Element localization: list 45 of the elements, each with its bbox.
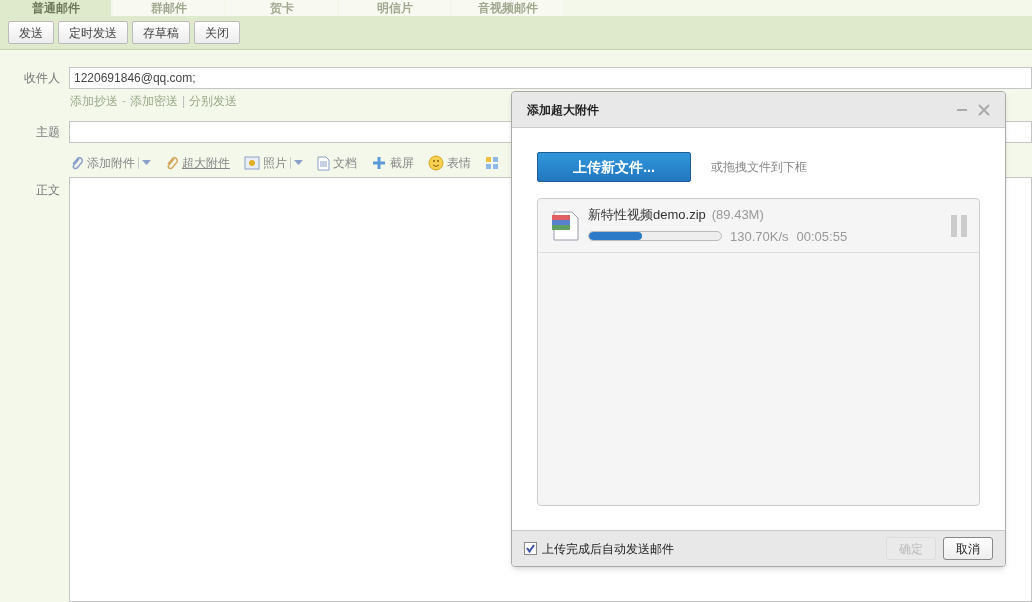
paperclip-icon: [70, 156, 84, 170]
grid-icon: [485, 156, 499, 170]
caret-icon[interactable]: [294, 160, 303, 166]
dialog-title: 添加超大附件: [527, 101, 600, 119]
tab[interactable]: 音视频邮件: [452, 0, 563, 16]
file-name: 新特性视频demo.zip: [588, 206, 706, 224]
recipient-field[interactable]: 1220691846@qq.com;: [69, 67, 1032, 89]
pause-icon[interactable]: [951, 214, 967, 237]
smiley-icon: [428, 155, 444, 171]
recipient-option-link[interactable]: 添加密送: [130, 92, 178, 110]
recipient-option-link[interactable]: 添加抄送: [70, 92, 118, 110]
auto-send-checkbox[interactable]: [524, 542, 537, 555]
toolbar-link[interactable]: 表情: [447, 154, 471, 172]
link-separator: -: [122, 93, 126, 110]
file-size: (89.43M): [711, 206, 764, 224]
link-separator: |: [182, 93, 186, 110]
document-icon: [317, 155, 330, 171]
toolbar-button[interactable]: 关闭: [194, 21, 240, 44]
body-label: 正文: [35, 182, 61, 199]
archive-icon: [550, 209, 580, 242]
upload-button[interactable]: 上传新文件...: [537, 152, 691, 182]
toolbar-link[interactable]: 添加附件: [87, 154, 135, 172]
subject-label: 主题: [35, 124, 61, 141]
close-icon[interactable]: [978, 103, 990, 116]
tab[interactable]: 普通邮件: [0, 0, 111, 16]
toolbar-link[interactable]: 照片: [263, 154, 287, 172]
tab[interactable]: 群邮件: [113, 0, 224, 16]
caret-icon[interactable]: [142, 160, 151, 166]
recipient-option-link[interactable]: 分别发送: [189, 92, 238, 110]
auto-send-label: 上传完成后自动发送邮件: [542, 540, 675, 558]
cancel-button[interactable]: 取消: [943, 537, 993, 560]
toolbar-button[interactable]: 存草稿: [132, 21, 190, 44]
photo-icon: [244, 156, 260, 170]
toolbar-link[interactable]: 文档: [333, 154, 357, 172]
time-remaining: 00:05:55: [796, 227, 848, 246]
tab[interactable]: 贺卡: [226, 0, 337, 16]
tab[interactable]: 明信片: [339, 0, 450, 16]
upload-speed: 130.70K/s: [730, 227, 789, 246]
toolbar-button[interactable]: 定时发送: [58, 21, 128, 44]
recipient-label: 收件人: [23, 70, 61, 87]
toolbar-link[interactable]: 超大附件: [182, 154, 230, 172]
toolbar-link[interactable]: 截屏: [390, 154, 414, 172]
paperclip-icon: [165, 156, 179, 170]
toolbar-button[interactable]: 发送: [8, 21, 54, 44]
drag-hint: 或拖拽文件到下框: [711, 159, 807, 176]
